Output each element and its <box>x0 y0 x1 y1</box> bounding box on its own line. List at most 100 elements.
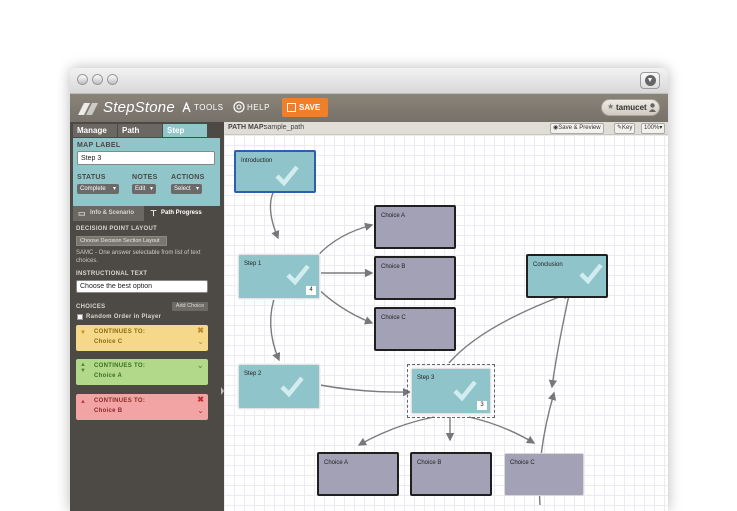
remove-choice-icon[interactable]: ✖ <box>197 326 204 335</box>
status-value: Complete <box>80 186 106 192</box>
add-choice-button[interactable]: Add Choice <box>172 302 208 311</box>
path-map-toolbar: PATH MAP: sample_path ◉Save & Preview ✎K… <box>224 122 668 135</box>
instructional-text-heading: INSTRUCTIONAL TEXT <box>76 271 148 277</box>
path-map-area: PATH MAP: sample_path ◉Save & Preview ✎K… <box>224 122 668 511</box>
tab-progress-label: Path Progress <box>161 210 202 216</box>
choice-target: Choice C <box>94 339 123 345</box>
signpost-icon: ⊤ <box>150 209 157 218</box>
tab-path[interactable]: Path <box>118 124 162 137</box>
save-button[interactable]: SAVE <box>282 98 328 117</box>
node-choice-a-bottom[interactable]: Choice A <box>317 452 399 496</box>
checkmark-icon <box>286 264 310 286</box>
download-button[interactable] <box>640 72 660 89</box>
tab-manage[interactable]: Manage <box>73 124 117 137</box>
notes-value: Edit <box>135 186 146 192</box>
connector-line <box>357 416 435 446</box>
choice-target: Choice B <box>94 408 123 414</box>
user-menu-button[interactable]: ★ tamucet <box>601 99 660 116</box>
map-label-input[interactable] <box>77 151 215 165</box>
connector-line <box>269 186 280 240</box>
node-step-3[interactable]: Step 3 3 <box>411 368 491 414</box>
chevron-down-icon: ▾ <box>659 125 663 131</box>
node-label: Choice C <box>381 315 406 321</box>
minimize-window-button[interactable] <box>92 74 103 85</box>
node-label: Choice A <box>381 213 406 219</box>
save-preview-label: Save & Preview <box>558 125 601 131</box>
node-introduction[interactable]: Introduction <box>234 150 316 193</box>
help-menu[interactable]: HELP <box>247 103 270 112</box>
zoom-window-button[interactable] <box>107 74 118 85</box>
checkmark-icon <box>579 263 603 285</box>
save-button-label: SAVE <box>299 103 321 112</box>
save-icon <box>287 103 296 112</box>
choose-layout-button[interactable]: Choose Decision Section Layout <box>76 236 167 246</box>
key-button[interactable]: ✎Key <box>614 123 636 134</box>
chevron-down-icon: ▾ <box>149 186 153 192</box>
node-choice-a-top[interactable]: Choice A <box>374 205 456 249</box>
app-logo-text: StepStone <box>103 99 175 116</box>
map-label-heading: MAP LABEL <box>77 142 121 149</box>
connector-line <box>548 294 570 389</box>
add-choice-label: Add Choice <box>175 303 205 309</box>
instructional-text-input[interactable] <box>76 280 208 293</box>
node-choice-b-bottom[interactable]: Choice B <box>410 452 492 496</box>
tab-path-progress[interactable]: ⊤ Path Progress <box>144 206 220 221</box>
choice-card[interactable]: ▲ CONTINUES TO: Choice B ✖ ⌄ <box>76 394 208 420</box>
book-icon: ▭ <box>78 209 86 218</box>
path-map-name: sample_path <box>264 124 305 131</box>
checkmark-icon <box>275 165 299 187</box>
tab-path-label: Path <box>122 126 140 135</box>
node-choice-c-bottom[interactable]: Choice C <box>504 453 584 496</box>
chevron-down-icon[interactable]: ⌄ <box>197 406 204 415</box>
app-window: StepStone TOOLS HELP SAVE ★ tamucet Mana… <box>70 68 668 511</box>
chevron-down-icon[interactable]: ⌄ <box>196 360 204 371</box>
stepstone-logo-icon <box>78 103 98 115</box>
step-settings-panel: MAP LABEL STATUS NOTES ACTIONS Complete ▾… <box>73 138 220 206</box>
arrow-down-icon: ▼ <box>80 330 86 336</box>
step-count-badge: 3 <box>477 401 487 410</box>
node-label: Choice B <box>381 264 406 270</box>
node-label: Introduction <box>241 158 273 164</box>
remove-choice-icon[interactable]: ✖ <box>197 395 204 404</box>
layout-description: SAMC - One answer selectable from list o… <box>76 250 201 264</box>
notes-select[interactable]: Edit ▾ <box>132 184 156 194</box>
choice-card[interactable]: ▲ ▼ CONTINUES TO: Choice A ⌄ <box>76 359 208 385</box>
save-preview-button[interactable]: ◉Save & Preview <box>550 123 604 134</box>
tab-step[interactable]: Step <box>163 124 207 137</box>
node-choice-c-top[interactable]: Choice C <box>374 307 456 351</box>
actions-select[interactable]: Select ▾ <box>171 184 202 194</box>
status-select[interactable]: Complete ▾ <box>77 184 119 194</box>
username: tamucet <box>616 103 647 112</box>
chevron-down-icon: ▾ <box>112 186 116 192</box>
node-step-2[interactable]: Step 2 <box>238 364 320 409</box>
tab-manage-label: Manage <box>77 126 107 135</box>
tools-menu[interactable]: TOOLS <box>194 103 223 112</box>
help-icon <box>233 101 245 113</box>
connector-line <box>448 291 572 364</box>
choice-target: Choice A <box>94 373 123 379</box>
notes-heading: NOTES <box>132 174 158 181</box>
chevron-down-icon[interactable]: ⌄ <box>197 337 204 346</box>
star-icon: ★ <box>607 102 615 111</box>
node-choice-b-top[interactable]: Choice B <box>374 256 456 300</box>
random-order-checkbox[interactable] <box>77 314 83 320</box>
continues-to-label: CONTINUES TO: <box>94 363 146 369</box>
node-conclusion[interactable]: Conclusion <box>526 254 608 298</box>
choice-card[interactable]: ▼ CONTINUES TO: Choice C ✖ ⌄ <box>76 325 208 351</box>
node-label: Choice C <box>510 460 535 466</box>
path-map-canvas[interactable]: Introduction Choice A Choice B Choice C … <box>224 135 668 511</box>
node-label: Step 2 <box>244 371 262 377</box>
zoom-select[interactable]: 100%▾ <box>641 123 666 134</box>
close-window-button[interactable] <box>77 74 88 85</box>
arrow-up-icon: ▲ <box>80 399 86 405</box>
node-label: Step 3 <box>417 375 435 381</box>
connector-line <box>313 284 374 325</box>
connector-line <box>319 384 412 397</box>
choices-heading: CHOICES <box>76 304 106 310</box>
tab-info-scenario[interactable]: ▭ Info & Scenario <box>73 206 144 221</box>
window-titlebar <box>70 68 668 94</box>
zoom-value: 100% <box>644 125 660 131</box>
node-step-1[interactable]: Step 1 4 <box>238 254 320 299</box>
chevron-down-icon: ▾ <box>195 186 199 192</box>
connector-line <box>468 416 536 444</box>
